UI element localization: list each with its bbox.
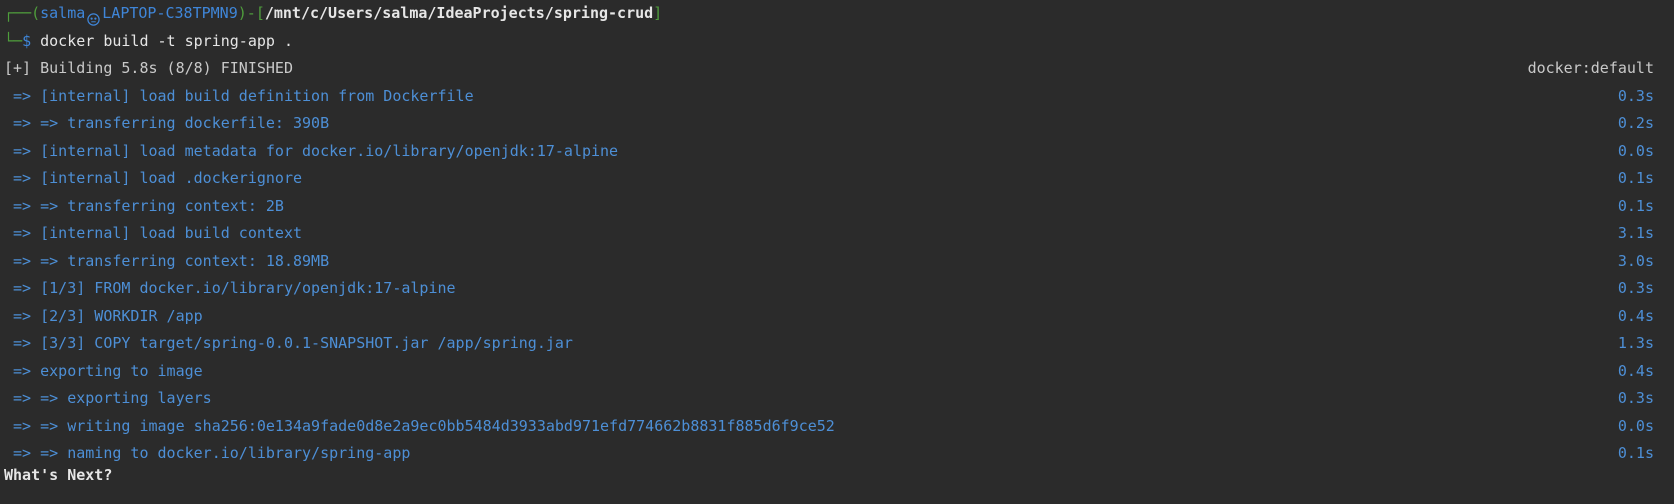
build-step-row: => [2/3] WORKDIR /app 0.4s [4,303,1654,331]
build-header: [+] Building 5.8s (8/8) FINISHED docker:… [4,55,1654,83]
build-step-row: => => exporting layers 0.3s [4,385,1654,413]
build-step-row: => [internal] load .dockerignore 0.1s [4,165,1654,193]
build-status: [+] Building 5.8s (8/8) FINISHED [4,59,293,77]
build-step-duration: 0.4s [1617,361,1654,380]
prompt-close-paren: )- [237,4,256,22]
build-step-text: => [internal] load metadata for docker.i… [4,141,619,160]
build-step-row: => => naming to docker.io/library/spring… [4,440,1654,468]
prompt-open-paren: ( [31,4,41,22]
build-step-row: => [internal] load metadata for docker.i… [4,138,1654,166]
prompt-user: salma [40,4,86,22]
build-step-duration: 0.0s [1617,141,1654,160]
build-step-duration: 0.4s [1617,306,1654,325]
build-step-text: => exporting to image [4,361,203,380]
build-step-duration: 0.1s [1617,444,1654,462]
build-step-row: => [1/3] FROM docker.io/library/openjdk:… [4,275,1654,303]
build-step-text: => => transferring context: 2B [4,196,284,215]
build-step-text: => [internal] load .dockerignore [4,169,303,187]
build-step-row: => => transferring dockerfile: 390B 0.2s [4,110,1654,138]
build-step-duration: 0.1s [1617,196,1654,215]
builder-name: docker:default [1527,59,1654,77]
build-step-text: => [internal] load build definition from… [4,86,474,105]
skull-icon [87,8,100,26]
terminal-window[interactable]: ┌──(salma LAPTOP-C38TPMN9)-[/mnt/c/Users/… [0,0,1674,504]
prompt-cwd: /mnt/c/Users/salma/IdeaProjects/spring-c… [264,4,654,22]
build-step-duration: 3.1s [1617,224,1654,242]
build-step-duration: 0.1s [1617,169,1654,187]
build-step-row: => => transferring context: 2B 0.1s [4,193,1654,221]
build-step-text: => [2/3] WORKDIR /app [4,306,203,325]
build-step-row: => [internal] load build context 3.1s [4,220,1654,248]
build-step-duration: 0.3s [1617,389,1654,407]
build-step-row: => => writing image sha256:0e134a9fade0d… [4,413,1654,441]
build-step-row: => exporting to image 0.4s [4,358,1654,386]
build-step-text: => => exporting layers [4,389,212,407]
command-text: docker build -t spring-app . [31,31,293,50]
prompt-open-bracket: [ [255,4,265,22]
build-step-text: => => transferring context: 18.89MB [4,251,330,270]
prompt-host: LAPTOP-C38TPMN9 [102,4,238,22]
build-step-text: => => transferring dockerfile: 390B [4,114,330,132]
build-step-duration: 3.0s [1617,251,1654,270]
build-step-text: => [internal] load build context [4,224,303,242]
whats-next-line: What's Next? [4,466,113,484]
build-step-text: => => writing image sha256:0e134a9fade0d… [4,416,835,435]
build-steps-list: => [internal] load build definition from… [4,83,1654,468]
prompt-line-2: └─ $ docker build -t spring-app . [4,28,1654,56]
build-step-duration: 1.3s [1617,334,1654,352]
build-step-duration: 0.3s [1617,86,1654,105]
prompt-box-top: ┌── [4,4,32,22]
build-step-row: => => transferring context: 18.89MB 3.0s [4,248,1654,276]
prompt-close-bracket: ] [653,4,663,22]
build-step-row: => [internal] load build definition from… [4,83,1654,111]
build-step-duration: 0.3s [1617,279,1654,297]
prompt-box-bottom: └─ [4,31,23,50]
prompt-dollar: $ [22,31,32,50]
build-step-text: => [1/3] FROM docker.io/library/openjdk:… [4,279,456,297]
build-step-duration: 0.0s [1617,416,1654,435]
build-step-text: => [3/3] COPY target/spring-0.0.1-SNAPSH… [4,334,573,352]
build-step-row: => [3/3] COPY target/spring-0.0.1-SNAPSH… [4,330,1654,358]
prompt-line-1: ┌──(salma LAPTOP-C38TPMN9)-[/mnt/c/Users/… [4,0,1654,28]
build-step-duration: 0.2s [1617,114,1654,132]
